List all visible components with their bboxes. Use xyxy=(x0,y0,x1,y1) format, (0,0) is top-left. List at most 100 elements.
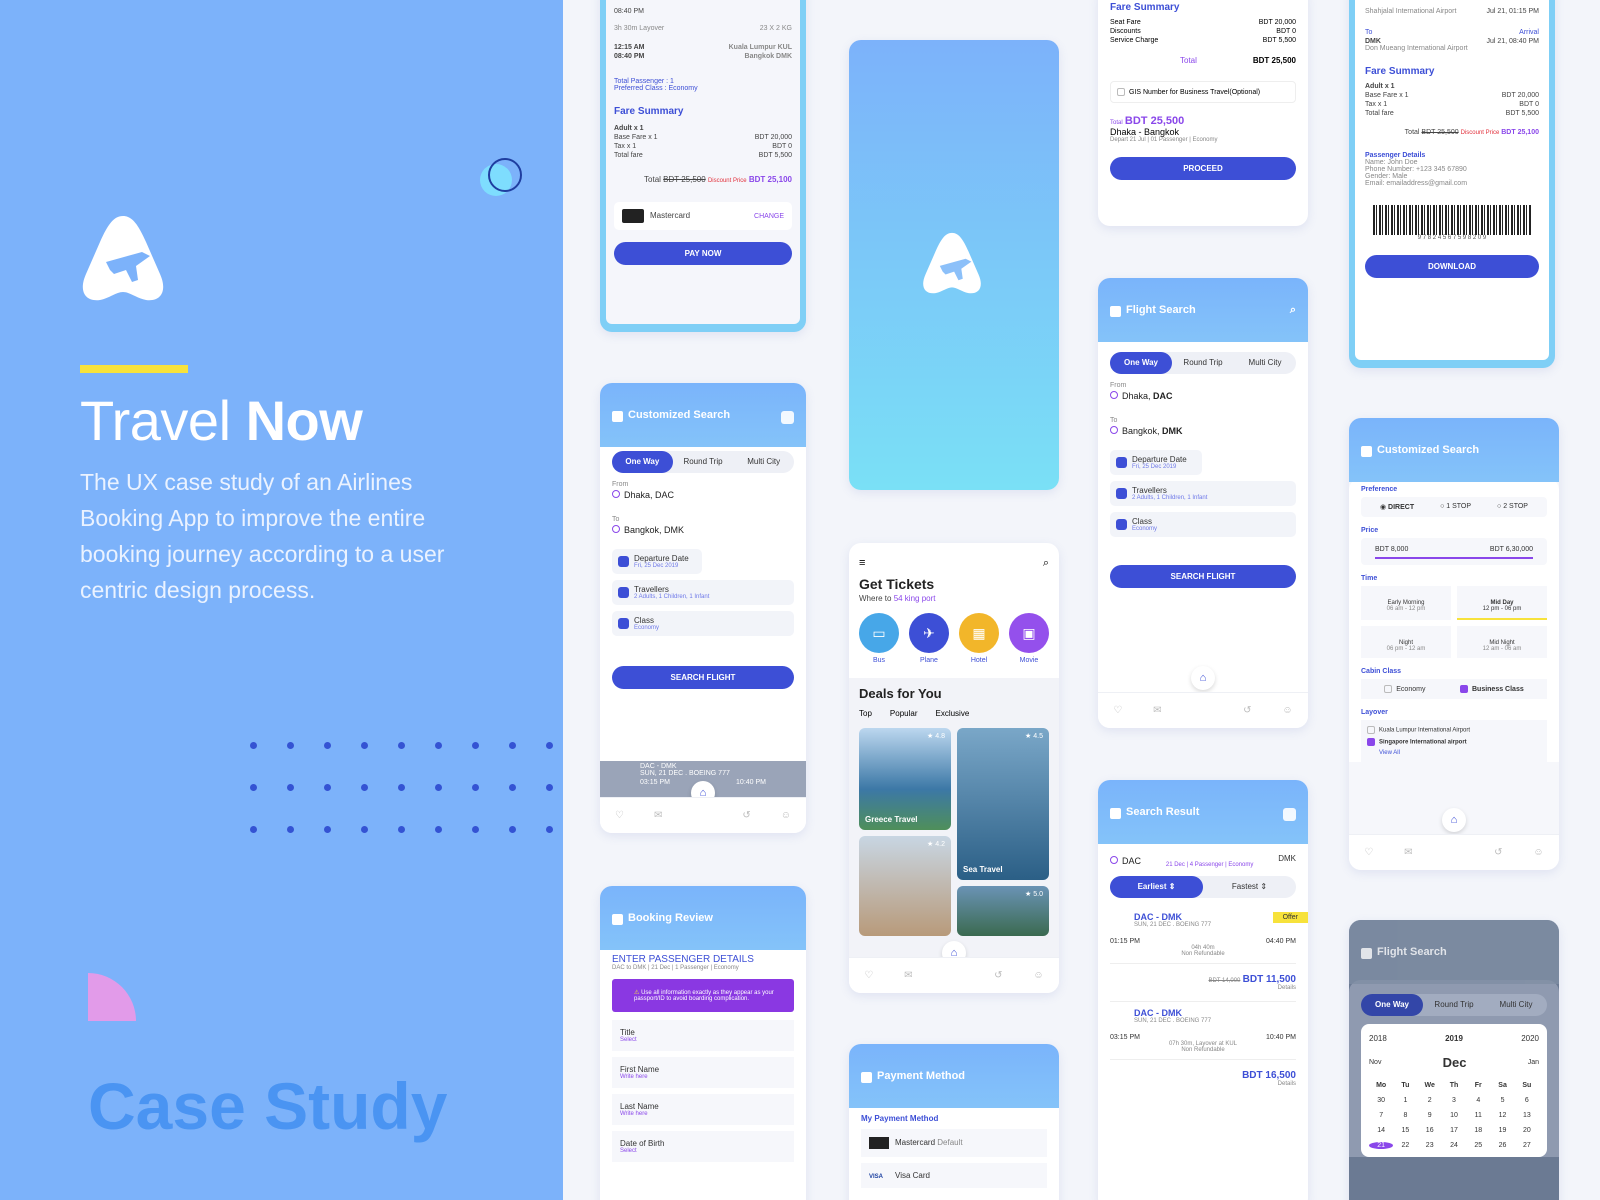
departure-date-field[interactable]: Departure Date Fri, 25 Dec 2019 xyxy=(1110,450,1202,475)
back-icon[interactable] xyxy=(1361,948,1372,959)
heart-icon[interactable]: ♡ xyxy=(864,970,873,981)
category-movie[interactable]: ▣ Movie xyxy=(1009,613,1049,664)
back-icon[interactable] xyxy=(861,1072,872,1083)
tab-one-way[interactable]: One Way xyxy=(1361,994,1423,1016)
visa-option[interactable]: VISA Visa Card xyxy=(861,1163,1047,1188)
card-selector[interactable]: Mastercard CHANGE xyxy=(614,202,792,230)
tab-round-trip[interactable]: Round Trip xyxy=(1172,352,1234,374)
calendar-day[interactable]: 21 xyxy=(1369,1142,1394,1149)
from-field[interactable]: Dhaka, DAC xyxy=(612,490,794,500)
option-2stop[interactable]: ○ 2 STOP xyxy=(1497,503,1528,511)
class-field[interactable]: Class Economy xyxy=(612,611,794,636)
sort-earliest[interactable]: Earliest ⇕ xyxy=(1110,876,1203,898)
deal-card-greece[interactable]: ★ 4.8 Greece Travel xyxy=(859,728,951,830)
details-link[interactable]: Details xyxy=(1110,1081,1296,1087)
calendar-day[interactable]: 3 xyxy=(1442,1097,1466,1104)
departure-date-field[interactable]: Departure Date Fri, 25 Dec 2019 xyxy=(612,549,702,574)
calendar-day[interactable]: 26 xyxy=(1490,1142,1514,1149)
user-icon[interactable]: ☺ xyxy=(1533,847,1543,858)
heart-icon[interactable]: ♡ xyxy=(615,810,624,821)
user-icon[interactable]: ☺ xyxy=(781,810,791,821)
back-icon[interactable] xyxy=(1110,808,1121,819)
calendar-day[interactable]: 6 xyxy=(1515,1097,1539,1104)
tab-exclusive[interactable]: Exclusive xyxy=(935,709,969,718)
deal-card-3[interactable]: ★ 4.2 xyxy=(859,836,951,936)
calendar-day[interactable]: 9 xyxy=(1418,1112,1442,1119)
slot-mid-night[interactable]: Mid Night 12 am - 06 am xyxy=(1457,626,1547,658)
search-flight-button[interactable]: SEARCH FLIGHT xyxy=(612,666,794,689)
to-field[interactable]: Bangkok, DMK xyxy=(1110,426,1296,436)
deal-card-sea[interactable]: ★ 4.5 Sea Travel xyxy=(957,728,1049,880)
pay-now-button[interactable]: PAY NOW xyxy=(614,242,792,265)
slot-mid-day[interactable]: Mid Day 12 pm - 06 pm xyxy=(1457,586,1547,620)
calendar-day[interactable]: 2 xyxy=(1418,1097,1442,1104)
slot-night[interactable]: Night 06 pm - 12 am xyxy=(1361,626,1451,658)
mail-icon[interactable]: ✉ xyxy=(1153,705,1161,716)
option-1stop[interactable]: ○ 1 STOP xyxy=(1440,503,1471,511)
calendar-day[interactable]: 24 xyxy=(1442,1142,1466,1149)
back-icon[interactable] xyxy=(1110,306,1121,317)
history-icon[interactable]: ↺ xyxy=(1243,705,1251,716)
cabin-business[interactable]: Business Class xyxy=(1459,685,1524,693)
title-field[interactable]: Title Select xyxy=(612,1020,794,1051)
calendar-day[interactable]: 5 xyxy=(1490,1097,1514,1104)
slot-early-morning[interactable]: Early Morning 06 am - 12 pm xyxy=(1361,586,1451,620)
search-icon[interactable]: ⌕ xyxy=(1043,557,1049,570)
calendar-day[interactable]: 25 xyxy=(1466,1142,1490,1149)
calendar-day[interactable]: 14 xyxy=(1369,1127,1393,1134)
calendar-day[interactable]: 18 xyxy=(1466,1127,1490,1134)
sort-fastest[interactable]: Fastest ⇕ xyxy=(1203,876,1296,898)
result-item[interactable]: Offer DAC - DMK SUN, 21 DEC . BOEING 777… xyxy=(1110,906,1308,964)
heart-icon[interactable]: ♡ xyxy=(1113,705,1122,716)
mail-icon[interactable]: ✉ xyxy=(904,970,912,981)
calendar-day[interactable]: 7 xyxy=(1369,1112,1393,1119)
filter-icon[interactable] xyxy=(781,411,794,424)
calendar-day[interactable]: 30 xyxy=(1369,1097,1393,1104)
month-prev[interactable]: Nov xyxy=(1369,1059,1381,1066)
category-plane[interactable]: ✈ Plane xyxy=(909,613,949,664)
user-icon[interactable]: ☺ xyxy=(1282,705,1292,716)
view-all-link[interactable]: View All xyxy=(1379,750,1541,756)
mail-icon[interactable]: ✉ xyxy=(654,810,662,821)
travellers-field[interactable]: Travellers 2 Adults, 1 Children, 1 Infant xyxy=(612,580,794,605)
home-icon[interactable]: ⌂ xyxy=(1191,666,1215,690)
history-icon[interactable]: ↺ xyxy=(742,810,750,821)
calendar-day[interactable]: 13 xyxy=(1515,1112,1539,1119)
back-icon[interactable] xyxy=(1361,446,1372,457)
deal-card-4[interactable]: ★ 5.0 xyxy=(957,886,1049,936)
last-name-field[interactable]: Last Name Write here xyxy=(612,1094,794,1125)
calendar-day[interactable]: 22 xyxy=(1393,1142,1417,1149)
calendar-day[interactable]: 23 xyxy=(1418,1142,1442,1149)
price-slider[interactable]: BDT 8,000 BDT 6,30,000 xyxy=(1361,538,1547,565)
category-bus[interactable]: ▭ Bus xyxy=(859,613,899,664)
to-field[interactable]: Bangkok, DMK xyxy=(612,525,794,535)
history-icon[interactable]: ↺ xyxy=(1494,847,1502,858)
trip-type-tabs[interactable]: One Way Round Trip Multi City xyxy=(1361,994,1547,1016)
year-prev[interactable]: 2018 xyxy=(1369,1034,1387,1043)
year-next[interactable]: 2020 xyxy=(1521,1034,1539,1043)
mastercard-option[interactable]: Mastercard Default xyxy=(861,1129,1047,1157)
calendar-day[interactable]: 1 xyxy=(1393,1097,1417,1104)
from-field[interactable]: Dhaka, DAC xyxy=(1110,391,1296,401)
class-field[interactable]: Class Economy xyxy=(1110,512,1296,537)
calendar-day[interactable]: 10 xyxy=(1442,1112,1466,1119)
filter-icon[interactable] xyxy=(1283,808,1296,821)
history-icon[interactable]: ↺ xyxy=(994,970,1002,981)
tab-round-trip[interactable]: Round Trip xyxy=(673,451,734,473)
dob-field[interactable]: Date of Birth Select xyxy=(612,1131,794,1162)
first-name-field[interactable]: First Name Write here xyxy=(612,1057,794,1088)
tab-multi-city[interactable]: Multi City xyxy=(733,451,794,473)
menu-icon[interactable]: ≡ xyxy=(859,557,865,570)
option-direct[interactable]: ◉ DIRECT xyxy=(1380,503,1414,511)
user-icon[interactable]: ☺ xyxy=(1033,970,1043,981)
tab-popular[interactable]: Popular xyxy=(890,709,918,718)
details-link[interactable]: Details xyxy=(1110,985,1296,991)
travellers-field[interactable]: Travellers 2 Adults, 1 Children, 1 Infant xyxy=(1110,481,1296,506)
year-current[interactable]: 2019 xyxy=(1445,1034,1463,1043)
calendar-day[interactable]: 8 xyxy=(1393,1112,1417,1119)
where-to-link[interactable]: 54 king port xyxy=(894,594,936,603)
calendar-day[interactable]: 16 xyxy=(1418,1127,1442,1134)
calendar-day[interactable]: 4 xyxy=(1466,1097,1490,1104)
layover-kul[interactable]: Kuala Lumpur International Airport xyxy=(1367,726,1541,734)
search-icon[interactable]: ⌕ xyxy=(1290,304,1296,317)
